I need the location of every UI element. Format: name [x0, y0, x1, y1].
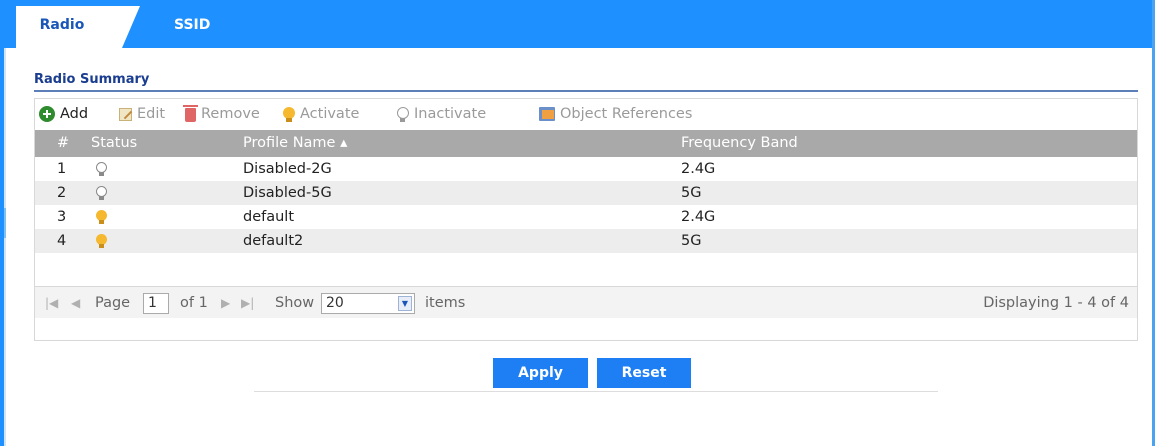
- add-label: Add: [60, 106, 89, 122]
- remove-button[interactable]: Remove: [183, 99, 260, 129]
- status-inactive-icon: [96, 186, 107, 200]
- app-frame: Radio SSID Radio Summary Add Edit Remove: [0, 0, 1155, 446]
- page-size-value: 20: [326, 295, 344, 311]
- row-profile-name: Disabled-5G: [243, 185, 332, 201]
- row-frequency-band: 2.4G: [681, 161, 716, 177]
- tab-ssid-label: SSID: [174, 17, 211, 33]
- tab-radio[interactable]: Radio: [16, 6, 140, 48]
- object-references-icon: [539, 107, 555, 121]
- row-index: 4: [57, 233, 67, 249]
- table-row[interactable]: 1 Disabled-2G 2.4G: [35, 157, 1137, 181]
- row-index: 1: [57, 161, 67, 177]
- edit-icon: [119, 107, 132, 121]
- inactivate-button[interactable]: Inactivate: [397, 99, 486, 129]
- edit-button[interactable]: Edit: [119, 99, 165, 129]
- tab-bar: Radio SSID: [4, 0, 1152, 48]
- inactivate-label: Inactivate: [414, 106, 487, 122]
- row-profile-name: Disabled-2G: [243, 161, 332, 177]
- edit-label: Edit: [137, 106, 166, 122]
- items-label: items: [425, 295, 466, 311]
- displaying-summary: Displaying 1 - 4 of 4: [983, 295, 1129, 311]
- trash-icon: [183, 105, 198, 122]
- remove-label: Remove: [201, 106, 260, 122]
- status-inactive-icon: [96, 162, 107, 176]
- tab-radio-label: Radio: [39, 17, 85, 33]
- activate-label: Activate: [300, 106, 360, 122]
- table-row[interactable]: 2 Disabled-5G 5G: [35, 181, 1137, 205]
- pagination-bar: |◀ ◀ Page 1 of 1 ▶ ▶| Show 20 ▼ items Di…: [35, 286, 1137, 318]
- column-header-status[interactable]: Status: [91, 130, 137, 157]
- apply-button[interactable]: Apply: [493, 358, 588, 388]
- table-header: # Status Profile Name ▴ Frequency Band: [35, 130, 1137, 157]
- previous-page-icon[interactable]: ◀: [71, 287, 80, 319]
- show-label: Show: [275, 295, 315, 311]
- page-size-select[interactable]: 20 ▼: [321, 293, 415, 314]
- first-page-icon[interactable]: |◀: [45, 287, 58, 319]
- last-page-icon[interactable]: ▶|: [241, 287, 254, 319]
- row-index: 2: [57, 185, 67, 201]
- chevron-down-icon[interactable]: ▼: [398, 296, 412, 311]
- bulb-on-icon: [283, 107, 295, 122]
- activate-button[interactable]: Activate: [283, 99, 359, 129]
- column-header-index[interactable]: #: [57, 130, 69, 157]
- tab-ssid[interactable]: SSID: [174, 6, 210, 48]
- row-frequency-band: 2.4G: [681, 209, 716, 225]
- page-number-input[interactable]: 1: [143, 293, 169, 314]
- status-active-icon: [96, 210, 107, 224]
- object-references-label: Object References: [560, 106, 693, 122]
- section-title: Radio Summary: [34, 72, 150, 87]
- footer-divider: [254, 391, 938, 392]
- table-row[interactable]: 3 default 2.4G: [35, 205, 1137, 229]
- object-references-button[interactable]: Object References: [539, 99, 692, 129]
- status-active-icon: [96, 234, 107, 248]
- column-header-frequency-band[interactable]: Frequency Band: [681, 130, 798, 157]
- radio-summary-table: Add Edit Remove Activate Inactivate Obje…: [34, 98, 1138, 341]
- row-profile-name: default2: [243, 233, 304, 249]
- row-frequency-band: 5G: [681, 185, 702, 201]
- bulb-off-icon: [397, 107, 409, 122]
- row-profile-name: default: [243, 209, 295, 225]
- add-button[interactable]: Add: [39, 99, 88, 129]
- page-label: Page: [95, 295, 131, 311]
- page-count-label: of 1: [180, 295, 208, 311]
- reset-button[interactable]: Reset: [597, 358, 691, 388]
- row-index: 3: [57, 209, 67, 225]
- table-row[interactable]: 4 default2 5G: [35, 229, 1137, 253]
- add-icon: [39, 106, 55, 122]
- section-divider: [34, 90, 1138, 92]
- table-toolbar: Add Edit Remove Activate Inactivate Obje…: [35, 99, 1137, 129]
- row-frequency-band: 5G: [681, 233, 702, 249]
- next-page-icon[interactable]: ▶: [221, 287, 230, 319]
- column-header-profile-name[interactable]: Profile Name ▴: [243, 130, 347, 157]
